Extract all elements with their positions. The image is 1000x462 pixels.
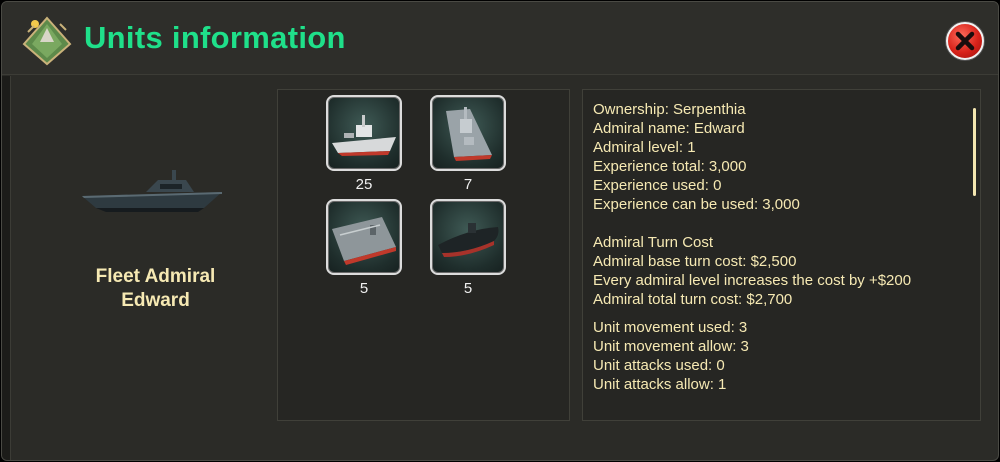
admiral-name-line1: Fleet Admiral	[95, 266, 216, 287]
info-line: Unit attacks used: 0	[593, 357, 725, 374]
info-line: Unit movement allow: 3	[593, 338, 749, 355]
window-title: Units information	[84, 20, 346, 55]
units-panel: 25 7 5 5	[277, 89, 570, 421]
info-line: Admiral level: 1	[593, 139, 696, 156]
close-button[interactable]	[946, 22, 984, 60]
unit-count: 7	[463, 176, 473, 193]
info-line: Admiral name: Edward	[593, 120, 745, 137]
info-line: Experience total: 3,000	[593, 158, 747, 175]
unit-card-carrier[interactable]: 5	[326, 199, 404, 297]
info-line: Experience used: 0	[593, 177, 722, 194]
info-line: Unit attacks allow: 1	[593, 376, 727, 393]
title-bar: Units information	[2, 2, 998, 75]
admiral-name: Fleet Admiral Edward	[14, 265, 297, 313]
unit-count: 25	[355, 176, 373, 193]
unit-card-cruiser[interactable]: 25	[326, 95, 404, 193]
destroyer-ship-icon	[430, 95, 506, 171]
info-panel: Ownership: Serpenthia Admiral name: Edwa…	[582, 89, 981, 421]
info-line: Unit movement used: 3	[593, 319, 748, 336]
info-line: Admiral base turn cost: $2,500	[593, 253, 797, 270]
admiral-name-line2: Edward	[121, 290, 190, 311]
speedboat-icon	[76, 162, 236, 222]
island-emblem-icon	[20, 14, 74, 68]
turn-cost-block: Admiral Turn Cost Admiral base turn cost…	[593, 233, 911, 309]
info-line: Admiral Turn Cost	[593, 234, 714, 251]
info-line: Ownership: Serpenthia	[593, 101, 746, 118]
admiral-info-block: Ownership: Serpenthia Admiral name: Edwa…	[593, 100, 800, 214]
aircraft-carrier-icon	[326, 199, 402, 275]
cruiser-ship-icon	[326, 95, 402, 171]
close-x-icon	[955, 31, 975, 51]
unit-count: 5	[463, 280, 473, 297]
submarine-icon	[430, 199, 506, 275]
admiral-panel: Fleet Admiral Edward	[14, 78, 272, 458]
unit-count: 5	[359, 280, 369, 297]
unit-card-submarine[interactable]: 5	[430, 199, 508, 297]
info-line: Admiral total turn cost: $2,700	[593, 291, 793, 308]
left-rail	[2, 76, 11, 460]
units-information-window: Units information Fleet Admiral Edward 2…	[1, 1, 999, 461]
unit-card-destroyer[interactable]: 7	[430, 95, 508, 193]
unit-actions-block: Unit movement used: 3 Unit movement allo…	[593, 318, 749, 394]
info-line: Experience can be used: 3,000	[593, 196, 800, 213]
info-line: Every admiral level increases the cost b…	[593, 272, 912, 289]
scrollbar[interactable]	[973, 108, 976, 196]
